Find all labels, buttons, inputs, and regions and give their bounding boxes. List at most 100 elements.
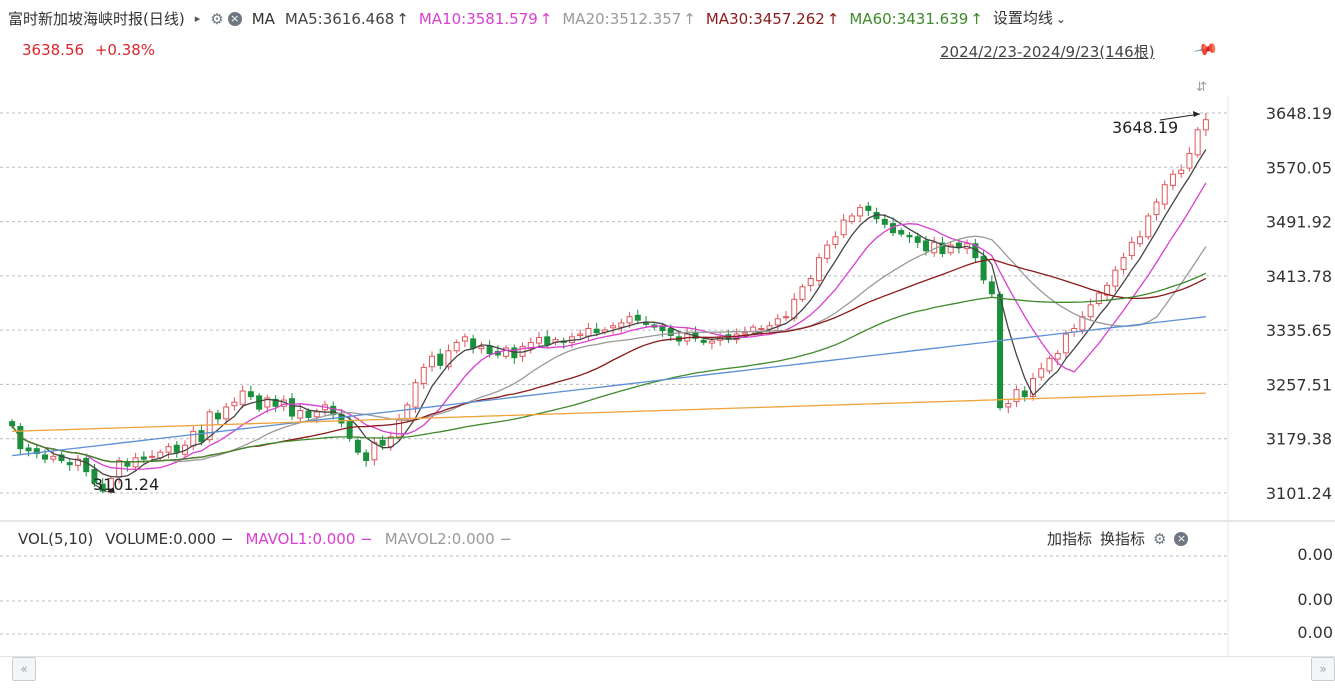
- candle[interactable]: [165, 446, 172, 453]
- candle[interactable]: [1054, 353, 1061, 360]
- candle[interactable]: [544, 336, 551, 345]
- candle[interactable]: [453, 341, 460, 352]
- candle[interactable]: [173, 444, 180, 453]
- candle[interactable]: [305, 410, 312, 418]
- price-chart[interactable]: 3648.19 3570.05 3491.92 3413.78 3335.65 3257.…: [0, 0, 1335, 688]
- candle[interactable]: [83, 457, 90, 473]
- candle[interactable]: [1169, 173, 1176, 186]
- candle[interactable]: [700, 339, 707, 343]
- candle[interactable]: [1021, 390, 1028, 398]
- scroll-right-button[interactable]: »: [1311, 657, 1335, 681]
- candle[interactable]: [783, 316, 790, 319]
- candle[interactable]: [478, 346, 485, 350]
- candle[interactable]: [618, 322, 625, 328]
- candle[interactable]: [404, 404, 411, 420]
- candle[interactable]: [758, 328, 765, 331]
- candle[interactable]: [634, 314, 641, 321]
- candle[interactable]: [807, 277, 814, 286]
- candle[interactable]: [1005, 403, 1012, 408]
- candle[interactable]: [25, 447, 32, 452]
- candle[interactable]: [708, 340, 715, 344]
- candle[interactable]: [256, 395, 263, 410]
- candle[interactable]: [470, 338, 477, 349]
- candle[interactable]: [149, 455, 156, 458]
- candle[interactable]: [379, 439, 386, 446]
- add-indicator-button[interactable]: 加指标: [1047, 529, 1092, 549]
- candle[interactable]: [66, 462, 73, 466]
- candle[interactable]: [750, 326, 757, 332]
- candle[interactable]: [198, 430, 205, 443]
- candle[interactable]: [536, 337, 543, 344]
- candle[interactable]: [955, 242, 962, 248]
- candle[interactable]: [593, 328, 600, 334]
- scroll-left-button[interactable]: «: [12, 657, 36, 681]
- candle[interactable]: [354, 439, 361, 453]
- candle[interactable]: [371, 441, 378, 461]
- low-annotation: 3101.24: [93, 475, 159, 494]
- candle[interactable]: [1095, 292, 1102, 304]
- candle[interactable]: [1202, 119, 1209, 131]
- candle[interactable]: [190, 430, 197, 447]
- candle[interactable]: [50, 455, 57, 460]
- candle[interactable]: [1046, 357, 1053, 372]
- candle[interactable]: [997, 293, 1004, 409]
- candle[interactable]: [1120, 257, 1127, 270]
- candle[interactable]: [1112, 269, 1119, 287]
- candle[interactable]: [140, 456, 147, 460]
- candle[interactable]: [988, 281, 995, 295]
- candle[interactable]: [247, 391, 254, 398]
- candle[interactable]: [626, 316, 633, 324]
- candle[interactable]: [412, 382, 419, 408]
- candle[interactable]: [577, 333, 584, 336]
- candle[interactable]: [223, 406, 230, 420]
- candle[interactable]: [585, 328, 592, 337]
- candle[interactable]: [9, 421, 16, 427]
- candle[interactable]: [239, 390, 246, 405]
- candle[interactable]: [461, 336, 468, 342]
- candle[interactable]: [824, 244, 831, 259]
- candle[interactable]: [313, 411, 320, 418]
- candle[interactable]: [881, 218, 888, 225]
- candle[interactable]: [1186, 152, 1193, 169]
- candle[interactable]: [428, 355, 435, 368]
- candle[interactable]: [124, 462, 131, 467]
- candle[interactable]: [486, 345, 493, 355]
- candle[interactable]: [1178, 169, 1185, 175]
- candle[interactable]: [42, 454, 49, 460]
- candle[interactable]: [840, 219, 847, 236]
- close-icon[interactable]: ×: [1174, 532, 1189, 546]
- candle[interactable]: [231, 401, 238, 407]
- candle[interactable]: [848, 215, 855, 223]
- candle[interactable]: [1062, 333, 1069, 354]
- candle[interactable]: [1194, 129, 1201, 156]
- candle[interactable]: [832, 236, 839, 245]
- change-indicator-button[interactable]: 换指标: [1100, 529, 1145, 549]
- candle[interactable]: [857, 207, 864, 217]
- candle[interactable]: [610, 325, 617, 329]
- candle[interactable]: [1137, 236, 1144, 245]
- candle[interactable]: [1161, 184, 1168, 205]
- candle[interactable]: [1038, 368, 1045, 378]
- candle[interactable]: [659, 325, 666, 332]
- candle[interactable]: [741, 332, 748, 335]
- candle[interactable]: [774, 318, 781, 326]
- candle[interactable]: [420, 366, 427, 384]
- candle[interactable]: [437, 353, 444, 366]
- candle[interactable]: [346, 421, 353, 439]
- gear-icon[interactable]: ⚙: [1153, 529, 1166, 549]
- candle[interactable]: [898, 230, 905, 235]
- candle[interactable]: [363, 452, 370, 462]
- candle[interactable]: [1153, 201, 1160, 216]
- candle[interactable]: [289, 398, 296, 417]
- candle[interactable]: [922, 240, 929, 252]
- candle[interactable]: [914, 236, 921, 243]
- candle[interactable]: [799, 286, 806, 300]
- candle[interactable]: [297, 409, 304, 419]
- candle[interactable]: [815, 257, 822, 282]
- candle[interactable]: [1128, 241, 1135, 257]
- candle[interactable]: [214, 412, 221, 420]
- candle[interactable]: [906, 234, 913, 238]
- candle[interactable]: [1145, 215, 1152, 238]
- candle[interactable]: [865, 205, 872, 211]
- candle[interactable]: [1087, 304, 1094, 318]
